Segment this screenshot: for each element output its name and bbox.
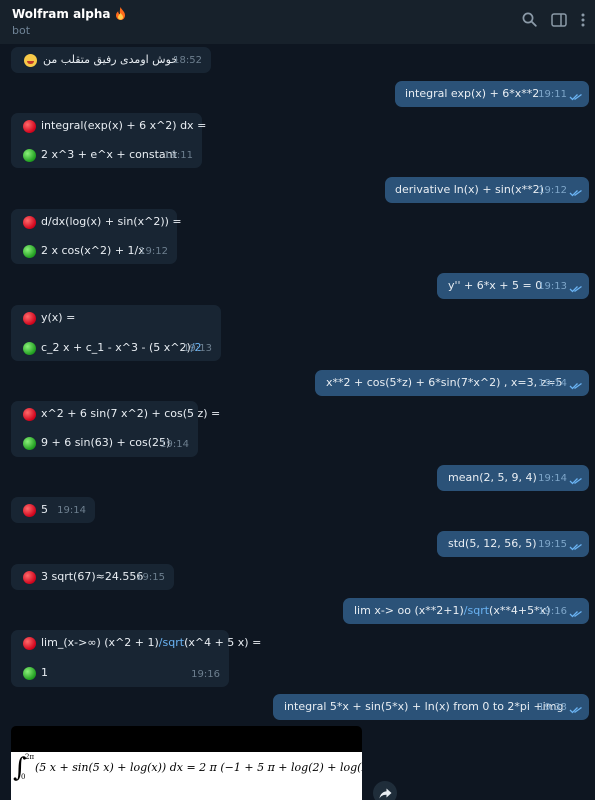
answer-text: c_2 x + c_1 - x^3 - (5 x^2) [41,341,191,354]
read-checkmarks-icon [569,382,582,390]
message-time: 19:14 [57,505,86,516]
outgoing-message: mean(2, 5, 9, 4) 19:14 [437,465,589,491]
incoming-message: y(x) = c_2 x + c_1 - x^3 - (5 x^2)/2 19:… [11,305,221,361]
answer-text: 9 + 6 sin(63) + cos(25) [41,436,171,449]
outgoing-message: integral exp(x) + 6*x**2 19:11 [395,81,589,107]
message-text: x**2 + cos(5*z) + 6*sin(7*x^2) , x=3, z=… [326,376,563,389]
message-time: 19:14 [538,378,567,389]
message-time: 19:11 [164,150,193,161]
upper-limit: 2π [25,753,35,761]
outgoing-message: lim x-> oo (x**2+1)/sqrt (x**4+5*x) 19:16 [343,598,589,624]
message-text: derivative ln(x) + sin(x**2) [395,183,544,196]
question-text: d/dx(log(x) + sin(x^2)) = [41,215,182,228]
message-time: 18:52 [173,55,202,66]
answer-text: 3 sqrt(67)≈24.556 [41,570,144,583]
answer-text: 1 [41,666,48,679]
outgoing-message: x**2 + cos(5*z) + 6*sin(7*x^2) , x=3, z=… [315,370,589,396]
incoming-message: 5 19:14 [11,497,95,523]
read-checkmarks-icon [569,543,582,551]
message-text: y'' + 6*x + 5 = 0 [448,279,543,292]
green-circle-icon [23,341,36,355]
read-checkmarks-icon [569,477,582,485]
incoming-message: integral(exp(x) + 6 x^2) dx = 2 x^3 + e^… [11,113,206,168]
question-link[interactable]: /sqrt [159,636,184,650]
message-text: integral exp(x) + 6*x**2 [405,87,540,100]
grinning-emoji-icon [24,53,37,67]
read-checkmarks-icon [569,189,582,197]
message-time: 19:33 [538,702,567,713]
share-button[interactable] [373,781,397,800]
message-text: integral 5*x + sin(5*x) + ln(x) from 0 t… [284,700,564,713]
green-circle-icon [23,148,36,162]
message-time: 19:15 [538,539,567,550]
red-circle-icon [23,407,36,421]
formula-image: ∫ 2π 0 (5 x + sin(5 x) + log(x)) dx = 2 … [11,752,362,800]
bot-name: Wolfram alpha [12,7,111,21]
incoming-message: d/dx(log(x) + sin(x^2)) = 2 x cos(x^2) +… [11,209,182,264]
incoming-message: lim_(x->∞) (x^2 + 1)/sqrt (x^4 + 5 x) = 1… [11,630,261,687]
message-list[interactable]: خوش اومدی رفیق متقلب من 18:52 integral e… [0,44,595,800]
question-text: x^2 + 6 sin(7 x^2) + cos(5 z) = [41,407,221,420]
outgoing-message: derivative ln(x) + sin(x**2) 19:12 [385,177,589,203]
sidebar-toggle-icon[interactable] [551,12,567,27]
green-circle-icon [23,244,36,258]
message-time: 19:16 [538,606,567,617]
message-time: 19:16 [191,669,220,680]
message-time: 19:15 [136,572,165,583]
message-time: 19:12 [139,246,168,257]
outgoing-message: integral 5*x + sin(5*x) + ln(x) from 0 t… [273,694,589,720]
message-link[interactable]: /sqrt [464,604,489,618]
red-circle-icon [23,119,36,133]
green-circle-icon [23,436,36,450]
message-time: 19:13 [183,343,212,354]
message-time: 19:14 [160,439,189,450]
red-circle-icon [23,503,36,517]
red-circle-icon [23,311,36,325]
chat-header: Wolfram alpha bot [0,0,595,44]
question-text: y(x) = [41,311,76,324]
red-circle-icon [23,215,36,229]
read-checkmarks-icon [569,610,582,618]
message-time: 19:11 [538,89,567,100]
formula-expression: (5 x + sin(5 x) + log(x)) dx = 2 π (−1 +… [35,761,362,774]
outgoing-message: y'' + 6*x + 5 = 0 19:13 [437,273,589,299]
more-vertical-icon[interactable] [581,13,585,27]
question-text: integral(exp(x) + 6 x^2) dx = [41,119,207,132]
message-text: mean(2, 5, 9, 4) [448,471,537,484]
lower-limit: 0 [21,773,26,781]
answer-text: 2 x cos(x^2) + 1/x [41,244,145,257]
read-checkmarks-icon [569,93,582,101]
message-text: std(5, 12, 56, 5) [448,537,537,550]
answer-text: 2 x^3 + e^x + constant [41,148,177,161]
search-icon[interactable] [522,12,537,27]
chat-subtitle: bot [12,24,31,37]
read-checkmarks-icon [569,706,582,714]
chat-title[interactable]: Wolfram alpha [12,6,583,22]
incoming-message: 3 sqrt(67)≈24.556 19:15 [11,564,174,590]
result-image[interactable]: ∫ 2π 0 (5 x + sin(5 x) + log(x)) dx = 2 … [11,726,362,800]
read-checkmarks-icon [569,285,582,293]
outgoing-message: std(5, 12, 56, 5) 19:15 [437,531,589,557]
message-text: lim x-> oo (x**2+1) [354,604,464,617]
share-arrow-icon [379,788,391,798]
message-time: 19:13 [538,281,567,292]
incoming-message: خوش اومدی رفیق متقلب من 18:52 [11,47,211,73]
message-text: خوش اومدی رفیق متقلب من [43,53,179,66]
red-circle-icon [23,636,36,650]
message-time: 19:12 [538,185,567,196]
red-circle-icon [23,570,36,584]
message-time: 19:14 [538,473,567,484]
green-circle-icon [23,666,36,680]
answer-text: 5 [41,503,48,516]
incoming-message: x^2 + 6 sin(7 x^2) + cos(5 z) = 9 + 6 si… [11,401,220,457]
fire-icon [115,7,125,20]
question-text: lim_(x->∞) (x^2 + 1) [41,636,159,649]
question-text-tail: (x^4 + 5 x) = [184,636,262,649]
